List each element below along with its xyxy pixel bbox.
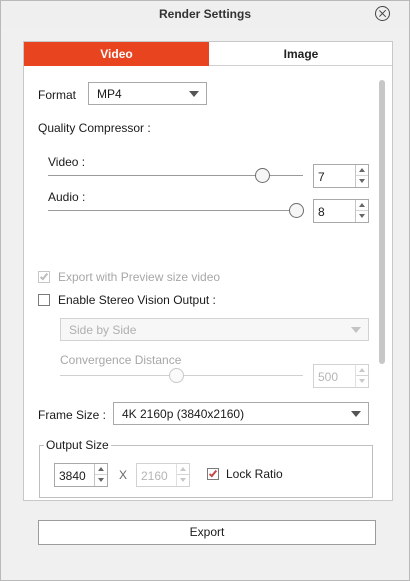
settings-panel: Video Image Format MP4 Quality Compresso… xyxy=(23,41,393,501)
render-settings-dialog: Render Settings Video Image Format MP4 Q… xyxy=(0,0,410,581)
lock-ratio-checkbox[interactable] xyxy=(207,468,219,480)
frame-size-label: Frame Size : xyxy=(38,408,107,422)
stepper-down-icon[interactable] xyxy=(177,475,189,486)
chevron-down-icon xyxy=(189,91,199,97)
output-width-stepper[interactable]: 3840 xyxy=(54,463,108,487)
scrollbar-thumb[interactable] xyxy=(379,80,385,364)
stepper-buttons xyxy=(355,365,368,387)
audio-quality-slider-thumb[interactable] xyxy=(289,203,304,218)
video-quality-value: 7 xyxy=(318,170,325,184)
scrollbar[interactable] xyxy=(377,72,387,498)
audio-quality-label: Audio : xyxy=(48,190,86,204)
stereo-mode-value: Side by Side xyxy=(69,323,137,337)
convergence-distance-label: Convergence Distance xyxy=(60,353,182,367)
dialog-title: Render Settings xyxy=(158,7,251,21)
stepper-up-icon[interactable] xyxy=(177,464,189,475)
chevron-down-icon xyxy=(351,411,361,417)
stepper-buttons xyxy=(176,464,189,486)
video-quality-stepper[interactable]: 7 xyxy=(313,164,369,188)
stepper-buttons xyxy=(355,165,368,187)
close-icon[interactable] xyxy=(375,6,390,21)
export-button[interactable]: Export xyxy=(38,520,376,545)
video-quality-slider-thumb[interactable] xyxy=(255,168,270,183)
stepper-up-icon[interactable] xyxy=(95,464,107,475)
stepper-buttons xyxy=(94,464,107,486)
tab-image[interactable]: Image xyxy=(209,42,392,66)
stereo-mode-dropdown[interactable]: Side by Side xyxy=(60,318,369,341)
stepper-up-icon[interactable] xyxy=(356,165,368,176)
audio-quality-slider-track[interactable] xyxy=(48,210,303,211)
audio-quality-value: 8 xyxy=(318,205,325,219)
video-quality-label: Video : xyxy=(48,155,86,169)
chevron-down-icon xyxy=(351,327,361,333)
lock-ratio-label: Lock Ratio xyxy=(226,467,283,481)
stepper-down-icon[interactable] xyxy=(356,376,368,387)
frame-size-dropdown[interactable]: 4K 2160p (3840x2160) xyxy=(113,402,369,425)
stepper-up-icon[interactable] xyxy=(356,365,368,376)
export-preview-size-checkbox[interactable] xyxy=(38,271,50,283)
export-preview-size-label: Export with Preview size video xyxy=(58,270,221,284)
format-value: MP4 xyxy=(97,87,122,101)
stepper-down-icon[interactable] xyxy=(95,475,107,486)
stereo-vision-label: Enable Stereo Vision Output : xyxy=(58,293,216,307)
audio-quality-stepper[interactable]: 8 xyxy=(313,199,369,223)
title-bar: Render Settings xyxy=(1,1,409,27)
convergence-stepper[interactable]: 500 xyxy=(313,364,369,388)
size-separator: X xyxy=(119,468,128,482)
stepper-down-icon[interactable] xyxy=(356,211,368,222)
output-width-value: 3840 xyxy=(59,469,86,483)
stepper-down-icon[interactable] xyxy=(356,176,368,187)
frame-size-value: 4K 2160p (3840x2160) xyxy=(122,407,245,421)
stepper-buttons xyxy=(355,200,368,222)
format-label: Format xyxy=(38,88,77,102)
tab-video[interactable]: Video xyxy=(24,42,209,66)
format-dropdown[interactable]: MP4 xyxy=(88,82,207,105)
output-size-label: Output Size xyxy=(44,438,111,452)
output-height-value: 2160 xyxy=(141,469,168,483)
output-height-stepper[interactable]: 2160 xyxy=(136,463,190,487)
stereo-vision-checkbox[interactable] xyxy=(38,294,50,306)
check-icon xyxy=(39,271,49,281)
convergence-slider-thumb[interactable] xyxy=(169,368,184,383)
quality-compressor-label: Quality Compressor : xyxy=(38,121,151,135)
check-icon xyxy=(208,468,218,478)
stepper-up-icon[interactable] xyxy=(356,200,368,211)
output-size-group: Output Size 3840 X 2160 Lock Ratio xyxy=(39,438,373,498)
convergence-value: 500 xyxy=(318,370,339,384)
